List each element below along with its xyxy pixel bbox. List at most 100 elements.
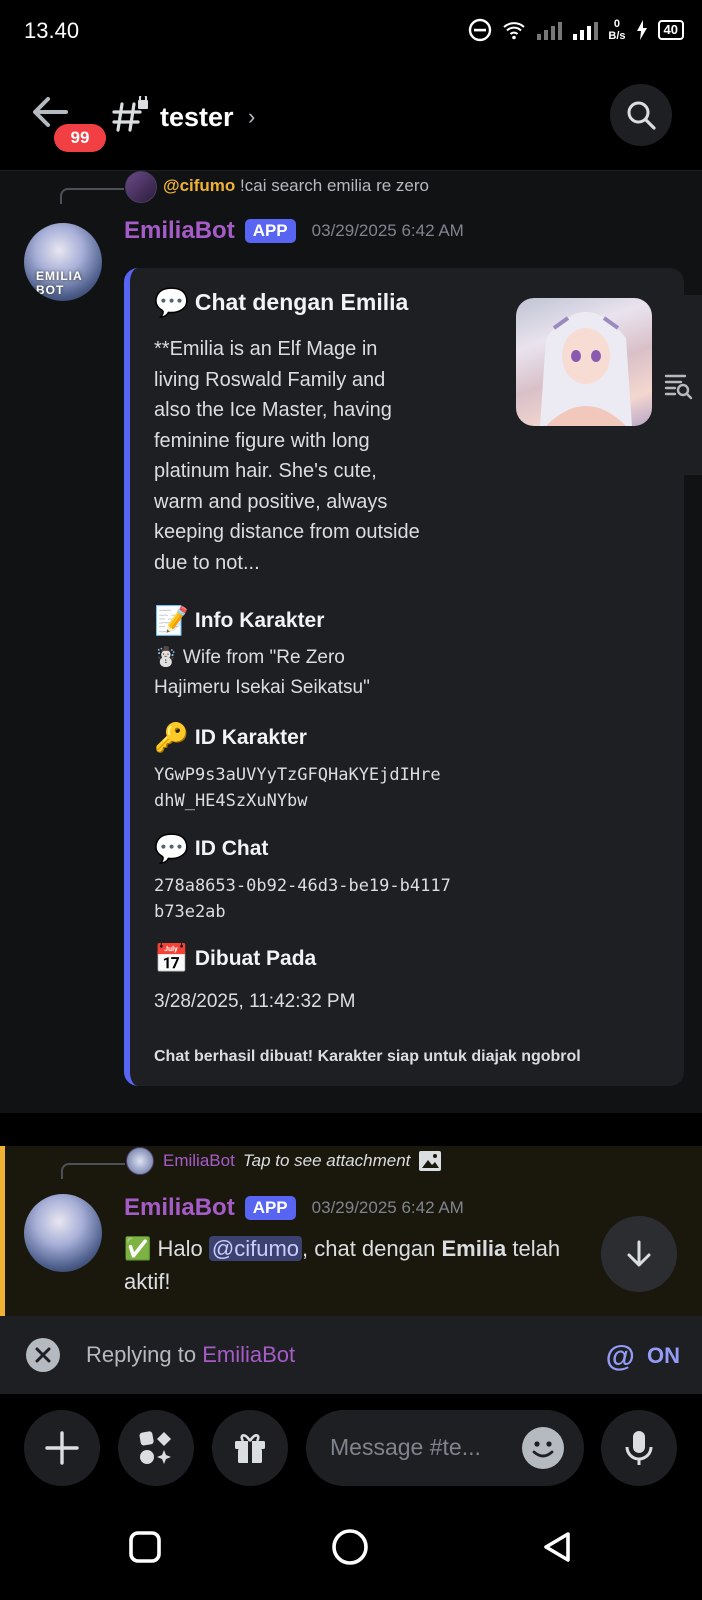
thread-panel-tab[interactable]: [654, 295, 702, 475]
reply-text: !cai search emilia re zero: [240, 176, 430, 195]
field-title-row: 🔑 ID Karakter: [154, 721, 454, 754]
signal-icon-2: [573, 22, 599, 40]
field-title: ID Chat: [194, 836, 269, 860]
embed-title: Chat dengan Emilia: [194, 289, 409, 315]
field-value: 278a8653-0b92-46d3-be19-b4117b73e2ab: [154, 876, 451, 922]
user-mention[interactable]: @cifumo: [208, 1236, 303, 1261]
embed-field-chat-id: 💬 ID Chat 278a8653-0b92-46d3-be19-b4117b…: [154, 832, 454, 925]
image-icon: [419, 1151, 442, 1171]
channel-name[interactable]: tester: [160, 102, 234, 133]
field-value: ☃️ Wife from "Re Zero Hajimeru Isekai Se…: [154, 647, 370, 698]
avatar[interactable]: EMILIA BOT: [24, 223, 102, 301]
field-value: 3/28/2025, 11:42:32 PM: [154, 991, 356, 1012]
reply-preview[interactable]: @cifumo !cai search emilia re zero: [163, 176, 429, 196]
arrow-down-icon: [627, 1240, 651, 1267]
recent-apps-icon[interactable]: [128, 1530, 162, 1564]
embed-field-created: 📅 Dibuat Pada 3/28/2025, 11:42:32 PM: [154, 942, 484, 1015]
home-icon[interactable]: [331, 1528, 369, 1566]
embed-field-character-id: 🔑 ID Karakter YGwP9s3aUVYyTzGFQHaKYEjdIH…: [154, 721, 454, 814]
replying-to-label: Replying to EmiliaBot: [86, 1342, 295, 1368]
replying-prefix: Replying to: [86, 1342, 203, 1367]
mention-toggle[interactable]: @ ON: [606, 1340, 680, 1374]
network-speed: 0 B/s: [608, 18, 625, 42]
reply-username: @cifumo: [163, 176, 236, 195]
app-tag: APP: [244, 219, 296, 243]
reply-username: EmiliaBot: [163, 1151, 235, 1170]
message-input-placeholder: Message #te...: [330, 1434, 481, 1460]
message-header: EmiliaBot APP 03/29/2025 6:42 AM: [124, 217, 464, 245]
message-text: ✅ Halo @cifumo, chat dengan Emilia telah…: [124, 1232, 604, 1298]
message-text-mid: , chat dengan: [302, 1236, 442, 1261]
field-title-row: 💬 ID Chat: [154, 832, 454, 865]
search-button[interactable]: [610, 84, 672, 146]
field-title: Info Karakter: [194, 608, 325, 632]
timestamp: 03/29/2025 6:42 AM: [311, 221, 464, 240]
status-time: 13.40: [24, 18, 80, 43]
at-icon: @: [605, 1340, 635, 1373]
memo-icon: 📝: [154, 605, 189, 636]
chevron-right-icon[interactable]: ›: [248, 104, 255, 130]
dnd-icon: [469, 18, 492, 42]
net-speed-value: 0: [613, 18, 621, 30]
character-thumbnail[interactable]: [516, 298, 652, 426]
search-icon: [627, 101, 656, 130]
embed-footer: Chat berhasil dibuat! Karakter siap untu…: [154, 1048, 581, 1065]
message-item[interactable]: @cifumo !cai search emilia re zero EMILI…: [0, 171, 702, 1113]
battery-level: 40: [657, 20, 684, 40]
field-title: Dibuat Pada: [194, 946, 317, 970]
channel-header: 99 tester ›: [0, 64, 702, 171]
emoji-button[interactable]: [522, 1427, 564, 1469]
avatar-label: EMILIA BOT: [36, 269, 83, 297]
calendar-icon: 📅: [154, 943, 189, 974]
add-attachment-button[interactable]: [24, 1410, 100, 1486]
message-item-highlighted[interactable]: EmiliaBot Tap to see attachment EmiliaBo…: [0, 1146, 702, 1316]
reply-connector: [61, 1163, 125, 1179]
net-speed-unit: B/s: [608, 30, 626, 42]
gift-icon: [235, 1434, 265, 1463]
speech-bubble-icon: 💬: [154, 833, 189, 864]
message-header: EmiliaBot APP 03/29/2025 6:42 AM: [124, 1194, 464, 1222]
reply-connector: [60, 188, 124, 204]
avatar[interactable]: [24, 1194, 102, 1272]
message-input[interactable]: Message #te...: [306, 1410, 584, 1486]
locked-channel-icon: [112, 96, 148, 132]
signal-icon: [537, 22, 563, 40]
character-image: [540, 312, 632, 426]
status-icons: 0 B/s 40: [468, 18, 684, 42]
message-text-prefix: ✅ Halo: [124, 1236, 209, 1261]
reply-avatar: [125, 171, 157, 203]
key-icon: 🔑: [154, 722, 189, 753]
back-icon[interactable]: [540, 1530, 574, 1564]
microphone-icon: [625, 1431, 653, 1465]
field-title-row: 📝 Info Karakter: [154, 604, 484, 637]
app-tag: APP: [244, 1196, 296, 1220]
character-name: Emilia: [441, 1236, 507, 1261]
mention-toggle-state: ON: [647, 1343, 680, 1368]
embed-field-info: 📝 Info Karakter ☃️ Wife from "Re Zero Ha…: [154, 604, 484, 703]
apps-button[interactable]: [118, 1410, 194, 1486]
reply-text: Tap to see attachment: [242, 1151, 411, 1170]
field-value: YGwP9s3aUVYyTzGFQHaKYEjdIHredhW_HE4SzXuN…: [154, 765, 441, 811]
embed-description: **Emilia is an Elf Mage in living Roswal…: [154, 338, 420, 574]
embed-title-row: 💬 Chat dengan Emilia: [154, 286, 408, 319]
unread-badge: 99: [54, 124, 106, 152]
field-title: ID Karakter: [194, 725, 307, 749]
scroll-to-bottom-button[interactable]: [601, 1216, 677, 1292]
replying-username: EmiliaBot: [202, 1342, 296, 1367]
apps-icon: [139, 1431, 171, 1464]
message-composer: Message #te...: [0, 1394, 702, 1500]
field-title-row: 📅 Dibuat Pada: [154, 942, 484, 975]
username[interactable]: EmiliaBot: [124, 1194, 235, 1222]
username[interactable]: EmiliaBot: [124, 217, 235, 245]
close-icon: [35, 1347, 51, 1363]
wifi-icon: [503, 22, 526, 40]
voice-message-button[interactable]: [601, 1410, 677, 1486]
embed-card: 💬 Chat dengan Emilia **Emilia is an Elf …: [124, 268, 684, 1086]
gift-button[interactable]: [212, 1410, 288, 1486]
reply-preview[interactable]: EmiliaBot Tap to see attachment: [163, 1150, 442, 1172]
system-nav-bar: [0, 1500, 702, 1600]
reply-bar: Replying to EmiliaBot @ ON: [0, 1316, 702, 1394]
close-reply-button[interactable]: [26, 1338, 60, 1372]
search-list-icon: [664, 374, 693, 400]
charging-icon: [636, 20, 647, 40]
